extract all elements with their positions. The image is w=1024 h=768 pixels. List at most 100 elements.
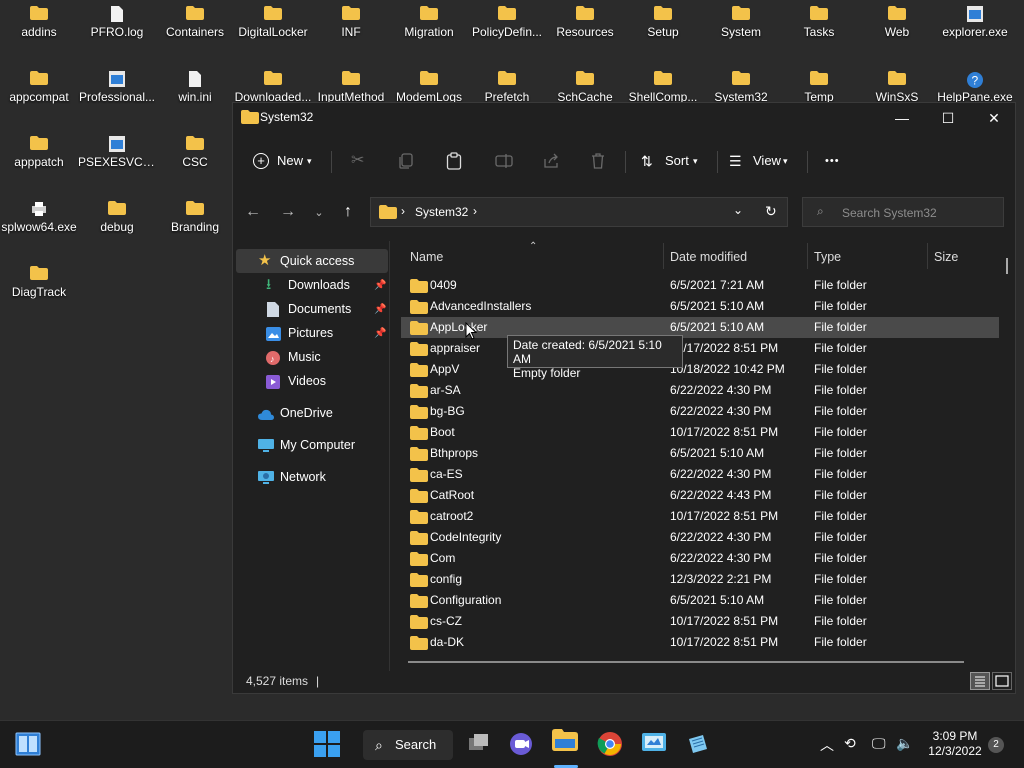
table-row[interactable]: AdvancedInstallers 6/5/2021 5:10 AM File f… bbox=[401, 296, 999, 317]
table-row[interactable]: Boot 10/17/2022 8:51 PM File folder bbox=[401, 422, 999, 443]
desktop-icon[interactable]: Setup bbox=[624, 0, 702, 60]
chrome-icon[interactable] bbox=[597, 731, 625, 759]
chat-icon[interactable] bbox=[508, 731, 536, 759]
paste-icon[interactable] bbox=[446, 149, 462, 173]
desktop-icon[interactable]: debug bbox=[78, 195, 156, 255]
column-divider[interactable] bbox=[927, 243, 928, 269]
notes-app-icon[interactable] bbox=[685, 731, 713, 759]
new-button[interactable]: + New ▾ bbox=[253, 149, 317, 173]
delete-icon[interactable] bbox=[591, 149, 605, 173]
desktop-icon[interactable]: PSEXESVC.exe bbox=[78, 130, 156, 190]
desktop-icon[interactable]: Resources bbox=[546, 0, 624, 60]
desktop-icon[interactable]: CSC bbox=[156, 130, 234, 190]
start-windows-icon[interactable] bbox=[314, 731, 342, 759]
table-row[interactable]: da-DK 10/17/2022 8:51 PM File folder bbox=[401, 632, 999, 653]
chevron-up-icon[interactable]: ︿ bbox=[820, 735, 834, 755]
large-icons-view-icon[interactable] bbox=[992, 672, 1012, 690]
sync-icon[interactable]: ⟲ bbox=[844, 735, 856, 752]
table-row[interactable]: Bthprops 6/5/2021 5:10 AM File folder bbox=[401, 443, 999, 464]
view-button[interactable]: ☰ View ▾ bbox=[729, 149, 795, 173]
share-icon[interactable] bbox=[543, 149, 559, 173]
search-box[interactable]: ⌕ Search System32 bbox=[802, 197, 1004, 227]
desktop-icon[interactable]: Containers bbox=[156, 0, 234, 60]
desktop-icon[interactable]: splwow64.exe bbox=[0, 195, 78, 255]
desktop-icon[interactable]: Professional... bbox=[78, 65, 156, 125]
desktop-icon[interactable]: appcompat bbox=[0, 65, 78, 125]
table-row[interactable]: cs-CZ 10/17/2022 8:51 PM File folder bbox=[401, 611, 999, 632]
desktop-icon[interactable]: explorer.exe bbox=[936, 0, 1014, 60]
details-view-icon[interactable] bbox=[970, 672, 990, 690]
file-name: Com bbox=[430, 551, 456, 565]
table-row[interactable]: CatRoot 6/22/2022 4:43 PM File folder bbox=[401, 485, 999, 506]
table-row[interactable]: config 12/3/2022 2:21 PM File folder bbox=[401, 569, 999, 590]
desktop-icon[interactable]: PFRO.log bbox=[78, 0, 156, 60]
copy-icon[interactable] bbox=[399, 149, 413, 173]
column-header-type[interactable]: Type bbox=[814, 245, 841, 269]
show-desktop-icon[interactable] bbox=[15, 732, 43, 760]
desktop-icon[interactable]: Web bbox=[858, 0, 936, 60]
file-date: 6/22/2022 4:30 PM bbox=[670, 404, 772, 418]
forward-arrow-icon[interactable]: → bbox=[276, 203, 300, 221]
file-date: 6/5/2021 5:10 AM bbox=[670, 320, 765, 334]
table-row[interactable]: bg-BG 6/22/2022 4:30 PM File folder bbox=[401, 401, 999, 422]
address-bar[interactable]: › System32 › ⌄ ↻ bbox=[370, 197, 788, 227]
table-row[interactable]: AppV 10/18/2022 10:42 PM File folder bbox=[401, 359, 999, 380]
table-row[interactable]: Configuration 6/5/2021 5:10 AM File folder bbox=[401, 590, 999, 611]
folder-icon bbox=[186, 6, 204, 22]
divider bbox=[625, 151, 626, 173]
nav-label: Pictures bbox=[288, 326, 334, 340]
maximize-button[interactable]: ☐ bbox=[925, 103, 971, 133]
sort-button[interactable]: ⇅ Sort ▾ bbox=[641, 149, 705, 173]
table-row-selected[interactable]: AppLocker 6/5/2021 5:10 AM File folder bbox=[401, 317, 999, 338]
system-clock[interactable]: 3:09 PM 12/3/2022 bbox=[926, 729, 984, 759]
close-button[interactable]: ✕ bbox=[971, 103, 1017, 133]
file-explorer-taskbar-icon[interactable] bbox=[552, 729, 580, 757]
table-row[interactable]: appraiser 10/17/2022 8:51 PM File folder bbox=[401, 338, 999, 359]
table-row[interactable]: ar-SA 6/22/2022 4:30 PM File folder bbox=[401, 380, 999, 401]
desktop-icon[interactable]: Migration bbox=[390, 0, 468, 60]
task-view-icon[interactable] bbox=[466, 731, 494, 759]
desktop-icon[interactable]: System bbox=[702, 0, 780, 60]
desktop-icon[interactable]: Tasks bbox=[780, 0, 858, 60]
table-row[interactable]: ca-ES 6/22/2022 4:30 PM File folder bbox=[401, 464, 999, 485]
desktop-icon[interactable]: Branding bbox=[156, 195, 234, 255]
table-row[interactable]: 0409 6/5/2021 7:21 AM File folder bbox=[401, 275, 999, 296]
nav-label: Videos bbox=[288, 374, 326, 388]
cut-icon[interactable]: ✂ bbox=[351, 149, 364, 173]
folder-icon bbox=[810, 6, 828, 22]
vertical-scrollbar[interactable] bbox=[1006, 258, 1008, 274]
column-divider[interactable] bbox=[663, 243, 664, 269]
taskbar-search-button[interactable]: ⌕ Search bbox=[363, 730, 453, 760]
column-header-date[interactable]: Date modified bbox=[670, 245, 747, 269]
breadcrumb-system32[interactable]: System32 bbox=[415, 205, 468, 219]
desktop-icon[interactable]: DigitalLocker bbox=[234, 0, 312, 60]
address-dropdown-icon[interactable]: ⌄ bbox=[733, 203, 743, 217]
desktop-icon-label: Setup bbox=[647, 25, 679, 39]
column-header-name[interactable]: Name bbox=[410, 245, 443, 269]
recent-locations-chevron-icon[interactable]: ⌄ bbox=[307, 206, 331, 219]
table-row[interactable]: catroot2 10/17/2022 8:51 PM File folder bbox=[401, 506, 999, 527]
rename-icon[interactable] bbox=[495, 149, 513, 173]
more-options-button[interactable]: ••• bbox=[825, 149, 840, 173]
network-status-icon[interactable]: 🖵 bbox=[872, 735, 886, 752]
desktop-icon[interactable]: win.ini bbox=[156, 65, 234, 125]
desktop-icon[interactable]: addins bbox=[0, 0, 78, 60]
table-row[interactable]: Com 6/22/2022 4:30 PM File folder bbox=[401, 548, 999, 569]
nav-label: Network bbox=[280, 470, 326, 484]
minimize-button[interactable]: — bbox=[879, 103, 925, 133]
volume-icon[interactable]: 🔈 bbox=[896, 735, 913, 752]
control-panel-icon[interactable] bbox=[641, 731, 669, 759]
title-bar[interactable]: System32 — ☐ ✕ bbox=[233, 103, 1015, 133]
back-arrow-icon[interactable]: ← bbox=[241, 203, 265, 221]
column-divider[interactable] bbox=[807, 243, 808, 269]
refresh-icon[interactable]: ↻ bbox=[765, 203, 777, 220]
desktop-icon[interactable]: PolicyDefin... bbox=[468, 0, 546, 60]
desktop-icon[interactable]: apppatch bbox=[0, 130, 78, 190]
table-row[interactable]: CodeIntegrity 6/22/2022 4:30 PM File folde… bbox=[401, 527, 999, 548]
desktop-icon[interactable]: DiagTrack bbox=[0, 260, 78, 320]
column-header-size[interactable]: Size bbox=[934, 245, 958, 269]
up-arrow-icon[interactable]: ↑ bbox=[336, 203, 360, 221]
horizontal-scrollbar[interactable] bbox=[408, 661, 964, 663]
notification-badge[interactable]: 2 bbox=[988, 737, 1004, 753]
desktop-icon[interactable]: INF bbox=[312, 0, 390, 60]
